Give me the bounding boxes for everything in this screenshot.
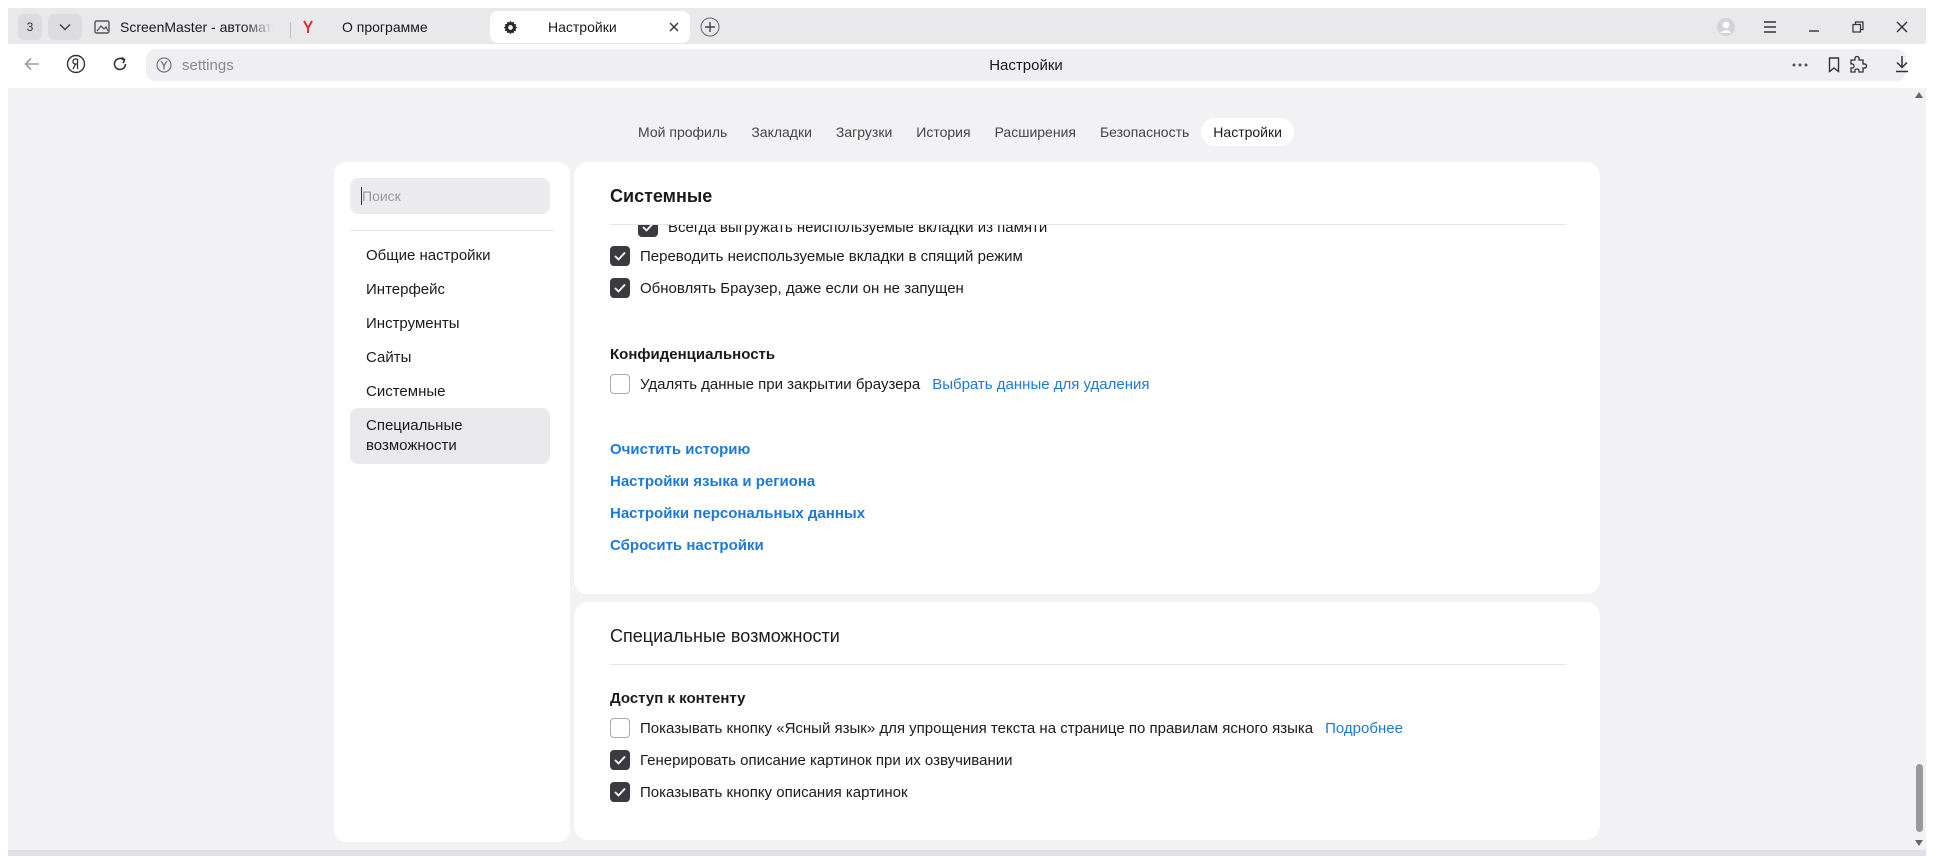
- nav-tab-extensions[interactable]: Расширения: [983, 118, 1088, 146]
- profile-avatar[interactable]: [1712, 13, 1740, 41]
- gear-icon: [502, 19, 518, 35]
- scroll-down-arrow-icon[interactable]: [1913, 838, 1925, 848]
- nav-tab-bookmarks[interactable]: Закладки: [739, 118, 824, 146]
- nav-tab-profile[interactable]: Мой профиль: [626, 118, 739, 146]
- row-delete-data-on-close[interactable]: Удалять данные при закрытии браузера Выб…: [610, 374, 1150, 394]
- reload-icon: [111, 55, 129, 78]
- more-info-link[interactable]: Подробнее: [1325, 720, 1403, 737]
- sidebar-item-system[interactable]: Системные: [350, 382, 550, 402]
- nav-tab-security[interactable]: Безопасность: [1088, 118, 1201, 146]
- tab-count: 3: [26, 20, 34, 34]
- checkbox-clear-language[interactable]: [610, 718, 630, 738]
- sidebar-item-sites[interactable]: Сайты: [350, 348, 550, 368]
- extensions-button[interactable]: [1844, 52, 1872, 80]
- sidebar-item-interface[interactable]: Интерфейс: [350, 280, 550, 300]
- checkbox-label: Генерировать описание картинок при их оз…: [640, 751, 1013, 769]
- checkbox-generate-descriptions[interactable]: [610, 750, 630, 770]
- reload-button[interactable]: [106, 52, 134, 80]
- tab-title: О программе: [342, 19, 428, 35]
- choose-data-link[interactable]: Выбрать данные для удаления: [932, 376, 1149, 393]
- settings-nav: Мой профиль Закладки Загрузки История Ра…: [8, 118, 1912, 146]
- toolbar: settings Настройки: [8, 44, 1926, 88]
- scroll-up-arrow-icon[interactable]: [1913, 90, 1925, 100]
- downloads-button[interactable]: [1888, 52, 1916, 80]
- sidebar-item-label: Специальные возможности: [366, 417, 463, 454]
- sidebar-item-general[interactable]: Общие настройки: [350, 246, 550, 266]
- close-window-icon[interactable]: [1888, 13, 1916, 41]
- restore-icon[interactable]: [1844, 13, 1872, 41]
- personal-data-link[interactable]: Настройки персональных данных: [610, 505, 865, 522]
- yandex-logo-icon: [300, 19, 316, 35]
- tab-title: ScreenMaster - автоматизация: [120, 19, 274, 35]
- tabs-dropdown-button[interactable]: [48, 14, 82, 40]
- section-divider: [610, 664, 1566, 665]
- language-region-link[interactable]: Настройки языка и региона: [610, 473, 815, 490]
- row-clear-language[interactable]: Показывать кнопку «Ясный язык» для упрощ…: [610, 718, 1403, 738]
- nav-tab-history[interactable]: История: [904, 118, 982, 146]
- tab-screenmaster[interactable]: ScreenMaster - автоматизация: [94, 12, 284, 42]
- checkbox-label: Переводить неиспользуемые вкладки в спящ…: [640, 247, 1023, 265]
- puzzle-icon: [1848, 54, 1868, 79]
- checkbox-delete-data[interactable]: [610, 374, 630, 394]
- back-button[interactable]: [18, 52, 46, 80]
- clear-history-link[interactable]: Очистить историю: [610, 441, 750, 458]
- checkbox-label: Показывать кнопку «Ясный язык» для упрощ…: [640, 719, 1314, 737]
- checkbox-unload-tabs[interactable]: [638, 225, 658, 237]
- tab-separator: [290, 22, 291, 38]
- settings-sidebar: Поиск Общие настройки Интерфейс Инструме…: [334, 162, 570, 842]
- section-subtitle-privacy: Конфиденциальность: [610, 346, 776, 363]
- download-icon: [1894, 55, 1910, 78]
- arrow-left-icon: [24, 57, 40, 76]
- nav-tab-settings[interactable]: Настройки: [1201, 118, 1294, 146]
- new-tab-button[interactable]: [698, 15, 722, 39]
- row-generate-image-descriptions[interactable]: Генерировать описание картинок при их оз…: [610, 750, 1013, 770]
- image-icon: [94, 19, 110, 35]
- row-show-description-button[interactable]: Показывать кнопку описания картинок: [610, 782, 908, 802]
- section-title-accessibility: Специальные возможности: [610, 626, 840, 646]
- yandex-button[interactable]: [62, 52, 90, 80]
- checkbox-show-description-button[interactable]: [610, 782, 630, 802]
- tab-counter[interactable]: 3: [18, 14, 42, 40]
- reset-settings-link[interactable]: Сбросить настройки: [610, 537, 764, 554]
- checkbox-label: Показывать кнопку описания картинок: [640, 783, 908, 801]
- search-placeholder: Поиск: [362, 188, 401, 204]
- settings-search-input[interactable]: Поиск: [350, 178, 550, 214]
- close-tab-button[interactable]: [666, 19, 682, 35]
- tab-about[interactable]: О программе: [300, 12, 484, 42]
- row-sleep-tabs[interactable]: Переводить неиспользуемые вкладки в спящ…: [610, 246, 1023, 266]
- settings-page: Мой профиль Закладки Загрузки История Ра…: [8, 88, 1912, 850]
- tab-title: Настройки: [548, 19, 617, 35]
- section-title-system: Системные: [610, 186, 713, 206]
- sidebar-item-accessibility[interactable]: Специальные возможности: [350, 408, 550, 464]
- section-subtitle-content-access: Доступ к контенту: [610, 690, 746, 707]
- checkbox-update-browser[interactable]: [610, 278, 630, 298]
- sidebar-item-tools[interactable]: Инструменты: [350, 314, 550, 334]
- nav-tab-downloads[interactable]: Загрузки: [824, 118, 904, 146]
- partial-row-unload-tabs: Всегда выгружать неиспользуемые вкладки …: [610, 225, 1510, 237]
- more-icon[interactable]: [1786, 55, 1814, 75]
- chevron-down-icon: [59, 18, 71, 36]
- sidebar-divider: [350, 230, 554, 231]
- page-scrollbar[interactable]: [1912, 88, 1926, 850]
- address-bar[interactable]: settings Настройки: [146, 49, 1906, 81]
- address-page-title: Настройки: [989, 57, 1063, 74]
- accessibility-settings-card: Специальные возможности Доступ к контент…: [574, 602, 1600, 840]
- checkbox-label: Удалять данные при закрытии браузера: [640, 375, 921, 393]
- menu-icon[interactable]: [1756, 13, 1784, 41]
- checkbox-sleep-tabs[interactable]: [610, 246, 630, 266]
- row-update-browser[interactable]: Обновлять Браузер, даже если он не запущ…: [610, 278, 964, 298]
- tab-settings-active[interactable]: Настройки: [490, 11, 690, 43]
- bottom-edge: [8, 850, 1926, 856]
- checkbox-label: Всегда выгружать неиспользуемые вкладки …: [668, 225, 1048, 236]
- minimize-icon[interactable]: [1800, 13, 1828, 41]
- yandex-circle-icon: [66, 54, 86, 79]
- system-settings-card: Системные Всегда выгружать неиспользуемы…: [574, 162, 1600, 594]
- tab-bar: 3 ScreenMaster - автоматизация О програм…: [8, 8, 1926, 44]
- scrollbar-thumb[interactable]: [1916, 764, 1923, 832]
- checkbox-label: Обновлять Браузер, даже если он не запущ…: [640, 279, 964, 297]
